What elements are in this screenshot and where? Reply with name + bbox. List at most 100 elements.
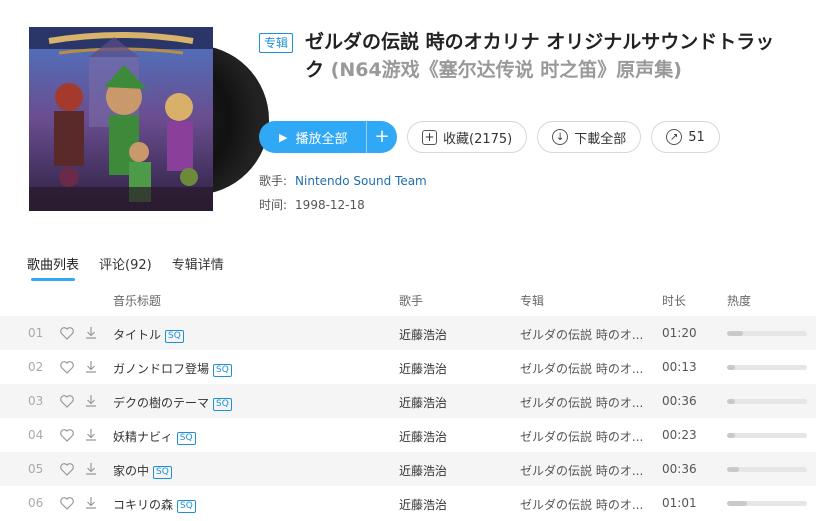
artist-label: 歌手:: [259, 174, 288, 188]
column-title[interactable]: 音乐标题: [113, 292, 161, 309]
download-icon: ↓: [552, 129, 569, 145]
table-row[interactable]: 03 デクの樹のテーマ SQ 近藤浩治 ゼルダの伝説 時のオ... 00:36: [0, 384, 816, 418]
time-label: 时间:: [259, 198, 288, 212]
table-row[interactable]: 01 タイトル SQ 近藤浩治 ゼルダの伝説 時のオ... 01:20: [0, 316, 816, 350]
track-duration: 00:36: [662, 462, 697, 476]
track-number: 06: [28, 496, 44, 510]
song-title-text: 妖精ナビィ: [113, 430, 173, 444]
track-duration: 01:01: [662, 496, 697, 510]
track-artist[interactable]: 近藤浩治: [399, 394, 447, 411]
song-title-text: デクの樹のテーマ: [113, 396, 210, 410]
popularity-bar: [727, 433, 807, 438]
track-duration: 01:20: [662, 326, 697, 340]
sq-quality-badge: SQ: [213, 364, 232, 377]
song-title-text: ガノンドロフ登場: [113, 362, 210, 376]
share-icon: ↗: [666, 129, 683, 145]
play-icon: ▶: [279, 130, 288, 144]
song-title[interactable]: 家の中 SQ: [113, 462, 172, 479]
heart-icon[interactable]: [59, 325, 75, 341]
share-button[interactable]: ↗ 51: [651, 121, 720, 153]
track-album[interactable]: ゼルダの伝説 時のオ...: [520, 326, 654, 343]
play-all-label: 播放全部: [295, 131, 348, 147]
song-title[interactable]: 妖精ナビィ SQ: [113, 428, 196, 445]
table-row[interactable]: 04 妖精ナビィ SQ 近藤浩治 ゼルダの伝説 時のオ... 00:23: [0, 418, 816, 452]
track-duration: 00:23: [662, 428, 697, 442]
sq-quality-badge: SQ: [213, 398, 232, 411]
track-artist[interactable]: 近藤浩治: [399, 496, 447, 513]
heart-icon[interactable]: [59, 359, 75, 375]
download-all-label: 下載全部: [574, 131, 627, 147]
column-artist[interactable]: 歌手: [399, 292, 423, 309]
track-album[interactable]: ゼルダの伝説 時のオ...: [520, 428, 654, 445]
track-album[interactable]: ゼルダの伝説 時のオ...: [520, 360, 654, 377]
add-to-playlist-button[interactable]: +: [367, 121, 397, 153]
track-album[interactable]: ゼルダの伝説 時のオ...: [520, 496, 654, 513]
download-icon[interactable]: [83, 461, 99, 477]
table-row[interactable]: 05 家の中 SQ 近藤浩治 ゼルダの伝説 時のオ... 00:36: [0, 452, 816, 486]
track-number: 02: [28, 360, 44, 374]
download-icon[interactable]: [83, 427, 99, 443]
download-icon[interactable]: [83, 393, 99, 409]
download-all-button[interactable]: ↓ 下載全部: [537, 121, 642, 153]
song-title[interactable]: ガノンドロフ登場 SQ: [113, 360, 232, 377]
track-number: 01: [28, 326, 44, 340]
column-duration[interactable]: 时长: [662, 292, 686, 309]
popularity-bar: [727, 331, 807, 336]
table-row[interactable]: 06 コキリの森 SQ 近藤浩治 ゼルダの伝説 時のオ... 01:01: [0, 486, 816, 520]
track-number: 05: [28, 462, 44, 476]
track-duration: 00:13: [662, 360, 697, 374]
collect-label: 收藏(2175): [443, 131, 513, 147]
heart-icon[interactable]: [59, 427, 75, 443]
track-artist[interactable]: 近藤浩治: [399, 326, 447, 343]
song-title[interactable]: デクの樹のテーマ SQ: [113, 394, 232, 411]
album-title: ゼルダの伝説 時のオカリナ オリジナルサウンドトラック (N64游戏《塞尔达传说…: [305, 28, 790, 84]
sq-quality-badge: SQ: [177, 500, 196, 513]
song-title[interactable]: コキリの森 SQ: [113, 496, 196, 513]
tab-comments[interactable]: 评论(92): [99, 254, 152, 281]
popularity-bar: [727, 467, 807, 472]
album-cover[interactable]: [29, 27, 269, 211]
heart-icon[interactable]: [59, 495, 75, 511]
track-artist[interactable]: 近藤浩治: [399, 462, 447, 479]
album-type-badge: 专辑: [259, 33, 294, 53]
sq-quality-badge: SQ: [165, 330, 184, 343]
tab-song-list[interactable]: 歌曲列表: [27, 254, 79, 281]
track-number: 04: [28, 428, 44, 442]
artist-link[interactable]: Nintendo Sound Team: [295, 174, 427, 188]
tab-album-details[interactable]: 专辑详情: [172, 254, 224, 281]
song-title-text: タイトル: [113, 328, 162, 342]
release-date: 1998-12-18: [295, 198, 365, 212]
track-list: 01 タイトル SQ 近藤浩治 ゼルダの伝説 時のオ... 01:20 02 ガノ…: [0, 316, 816, 520]
heart-icon[interactable]: [59, 393, 75, 409]
song-title-text: コキリの森: [113, 498, 174, 512]
track-duration: 00:36: [662, 394, 697, 408]
album-tabs: 歌曲列表 评论(92) 专辑详情: [27, 254, 224, 281]
track-table-header: 音乐标题 歌手 专辑 时长 热度: [0, 290, 816, 316]
track-number: 03: [28, 394, 44, 408]
heart-icon[interactable]: [59, 461, 75, 477]
column-album[interactable]: 专辑: [520, 292, 544, 309]
play-all-button[interactable]: ▶ 播放全部 +: [259, 121, 397, 153]
track-album[interactable]: ゼルダの伝説 時のオ...: [520, 462, 654, 479]
popularity-bar: [727, 399, 807, 404]
track-artist[interactable]: 近藤浩治: [399, 428, 447, 445]
add-folder-icon: +: [422, 129, 437, 145]
column-heat[interactable]: 热度: [727, 292, 751, 309]
track-artist[interactable]: 近藤浩治: [399, 360, 447, 377]
artist-row: 歌手: Nintendo Sound Team: [259, 172, 427, 189]
table-row[interactable]: 02 ガノンドロフ登場 SQ 近藤浩治 ゼルダの伝説 時のオ... 00:13: [0, 350, 816, 384]
track-album[interactable]: ゼルダの伝説 時のオ...: [520, 394, 654, 411]
collect-button[interactable]: + 收藏(2175): [407, 121, 528, 153]
download-icon[interactable]: [83, 325, 99, 341]
album-title-subtitle: (N64游戏《塞尔达传说 时之笛》原声集): [330, 59, 682, 81]
popularity-bar: [727, 365, 807, 370]
song-title-text: 家の中: [113, 464, 150, 478]
song-title[interactable]: タイトル SQ: [113, 326, 184, 343]
album-actions: ▶ 播放全部 + + 收藏(2175) ↓ 下載全部 ↗ 51: [259, 121, 720, 153]
sq-quality-badge: SQ: [153, 466, 172, 479]
download-icon[interactable]: [83, 359, 99, 375]
zelda-cover-art-icon: [29, 27, 213, 211]
share-count: 51: [688, 129, 705, 145]
download-icon[interactable]: [83, 495, 99, 511]
sq-quality-badge: SQ: [176, 432, 196, 445]
